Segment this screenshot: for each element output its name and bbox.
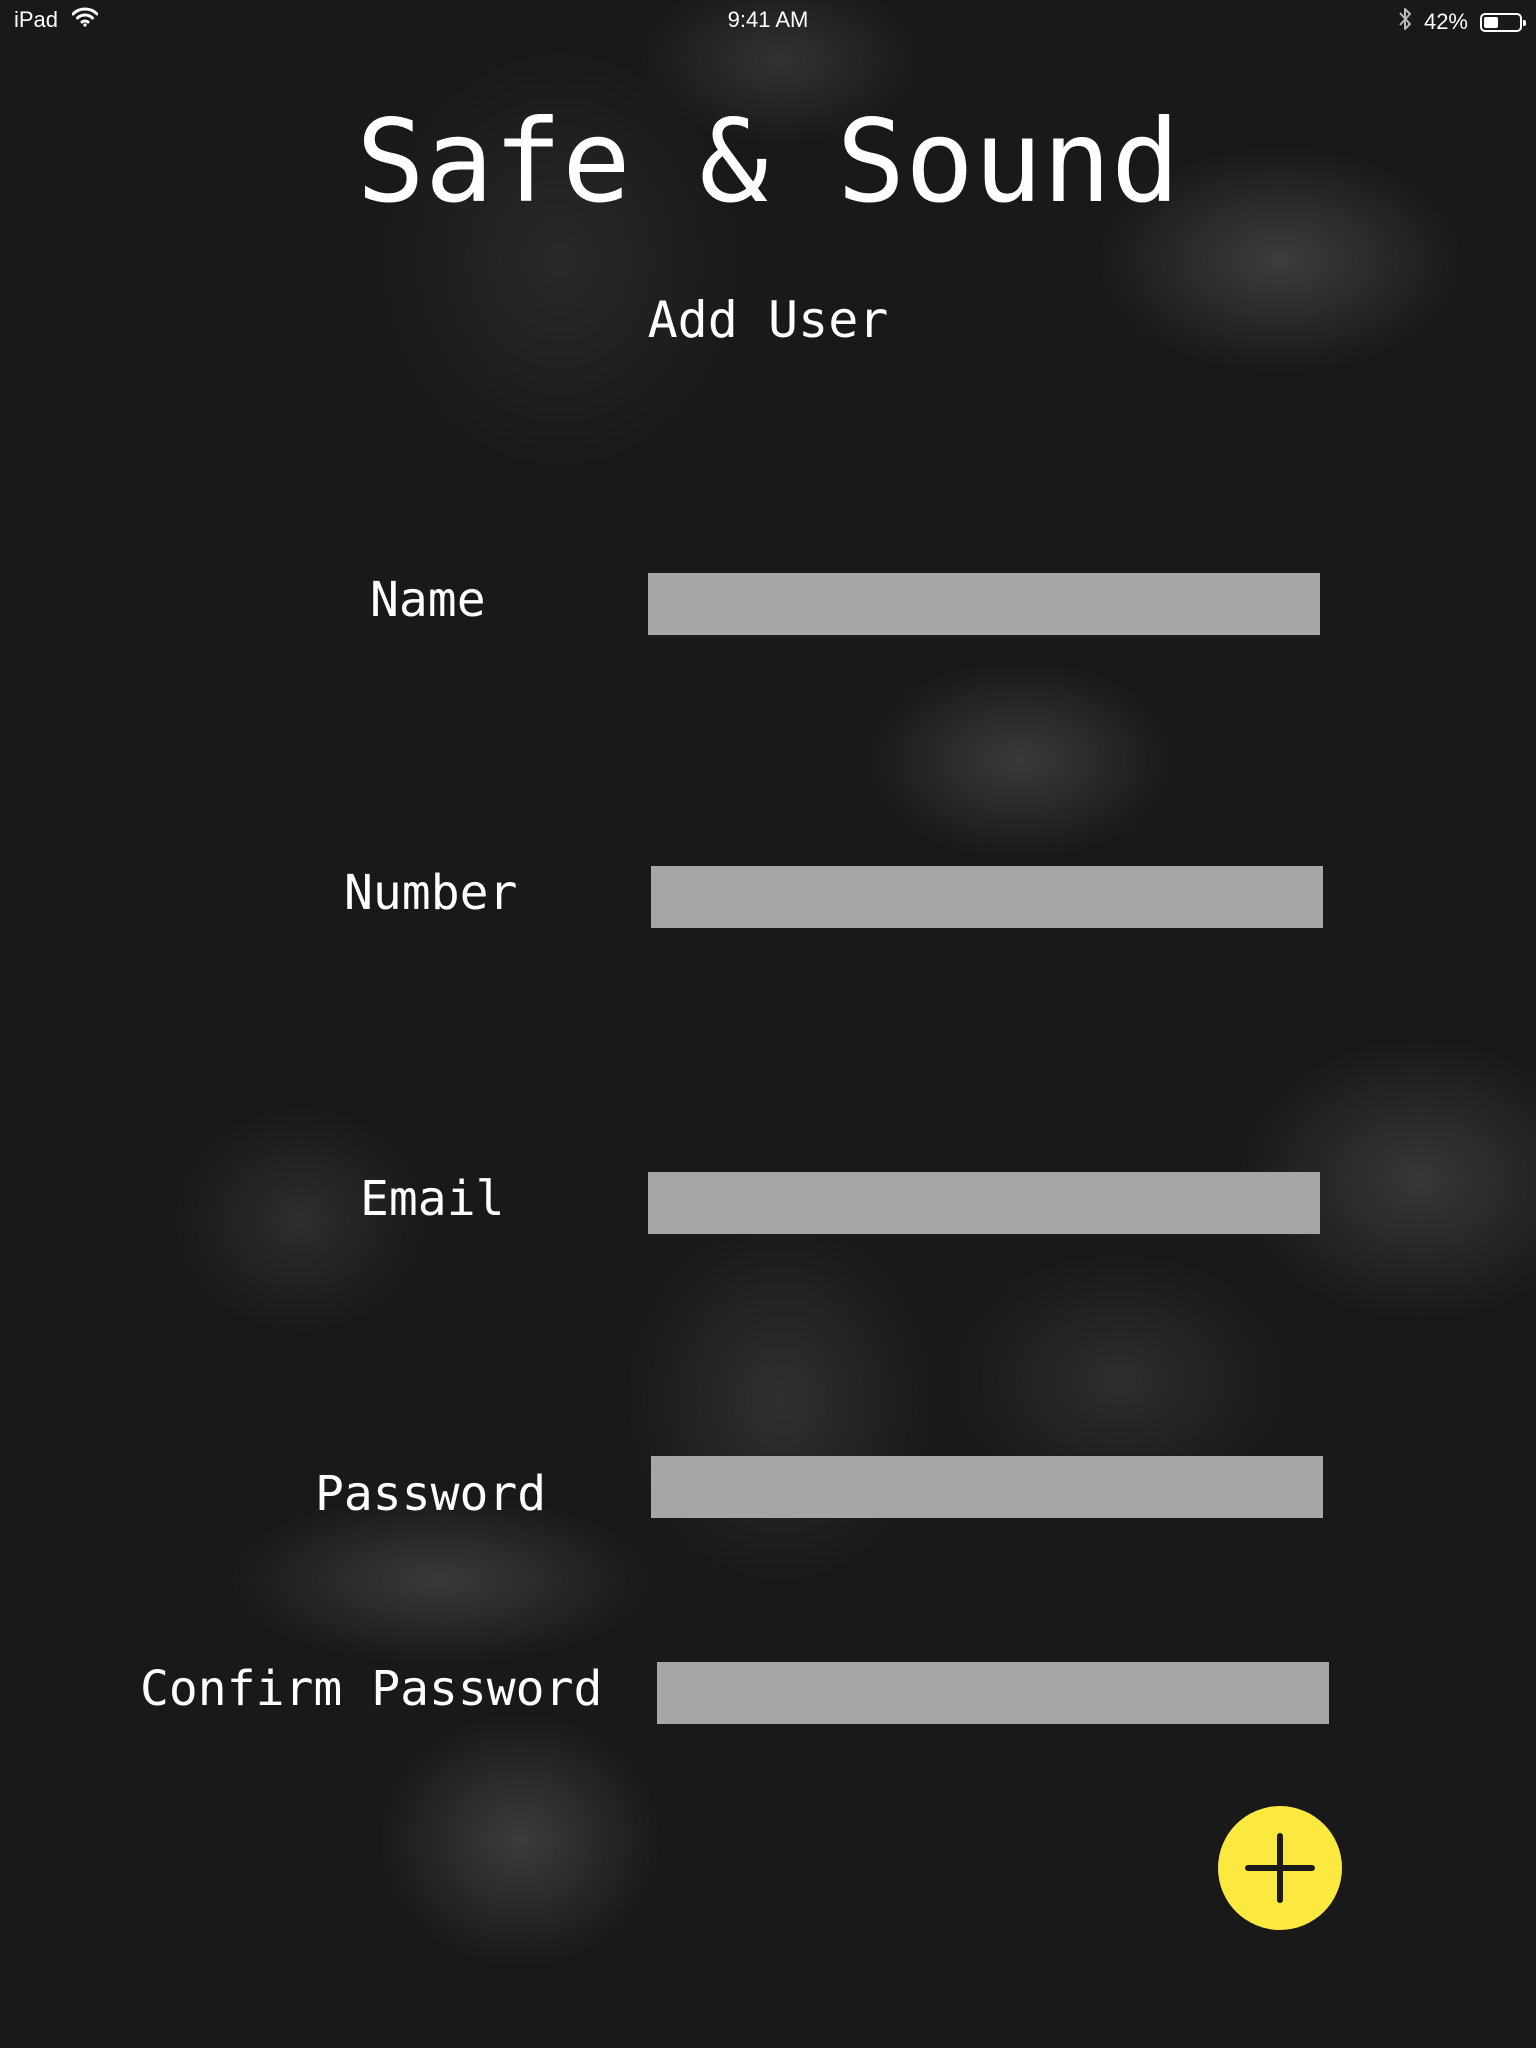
plus-icon: [1245, 1833, 1315, 1903]
bluetooth-icon: [1398, 7, 1412, 37]
confirm-password-label: Confirm Password: [140, 1661, 603, 1717]
number-label: Number: [344, 865, 518, 921]
number-field[interactable]: [651, 866, 1323, 928]
battery-percent: 42%: [1423, 9, 1468, 34]
battery-level: [1484, 16, 1498, 28]
page-subtitle: Add User: [647, 291, 889, 349]
name-field[interactable]: [648, 573, 1320, 635]
battery-tip: [1523, 19, 1526, 26]
status-bar: iPad 9:41 AM 42%: [0, 0, 1536, 40]
status-bar-right: 42%: [1398, 7, 1526, 37]
name-label: Name: [370, 572, 486, 628]
app-title: Safe & Sound: [356, 95, 1180, 228]
password-field[interactable]: [651, 1456, 1323, 1518]
email-label: Email: [360, 1171, 505, 1227]
add-user-screen: iPad 9:41 AM 42% Safe & Sound Add User N…: [0, 0, 1536, 2048]
add-user-button[interactable]: [1218, 1806, 1342, 1930]
email-field[interactable]: [648, 1172, 1320, 1234]
battery-icon: [1480, 12, 1526, 32]
password-label: Password: [315, 1466, 547, 1522]
status-time: 9:41 AM: [727, 7, 809, 32]
confirm-password-field[interactable]: [657, 1662, 1329, 1724]
